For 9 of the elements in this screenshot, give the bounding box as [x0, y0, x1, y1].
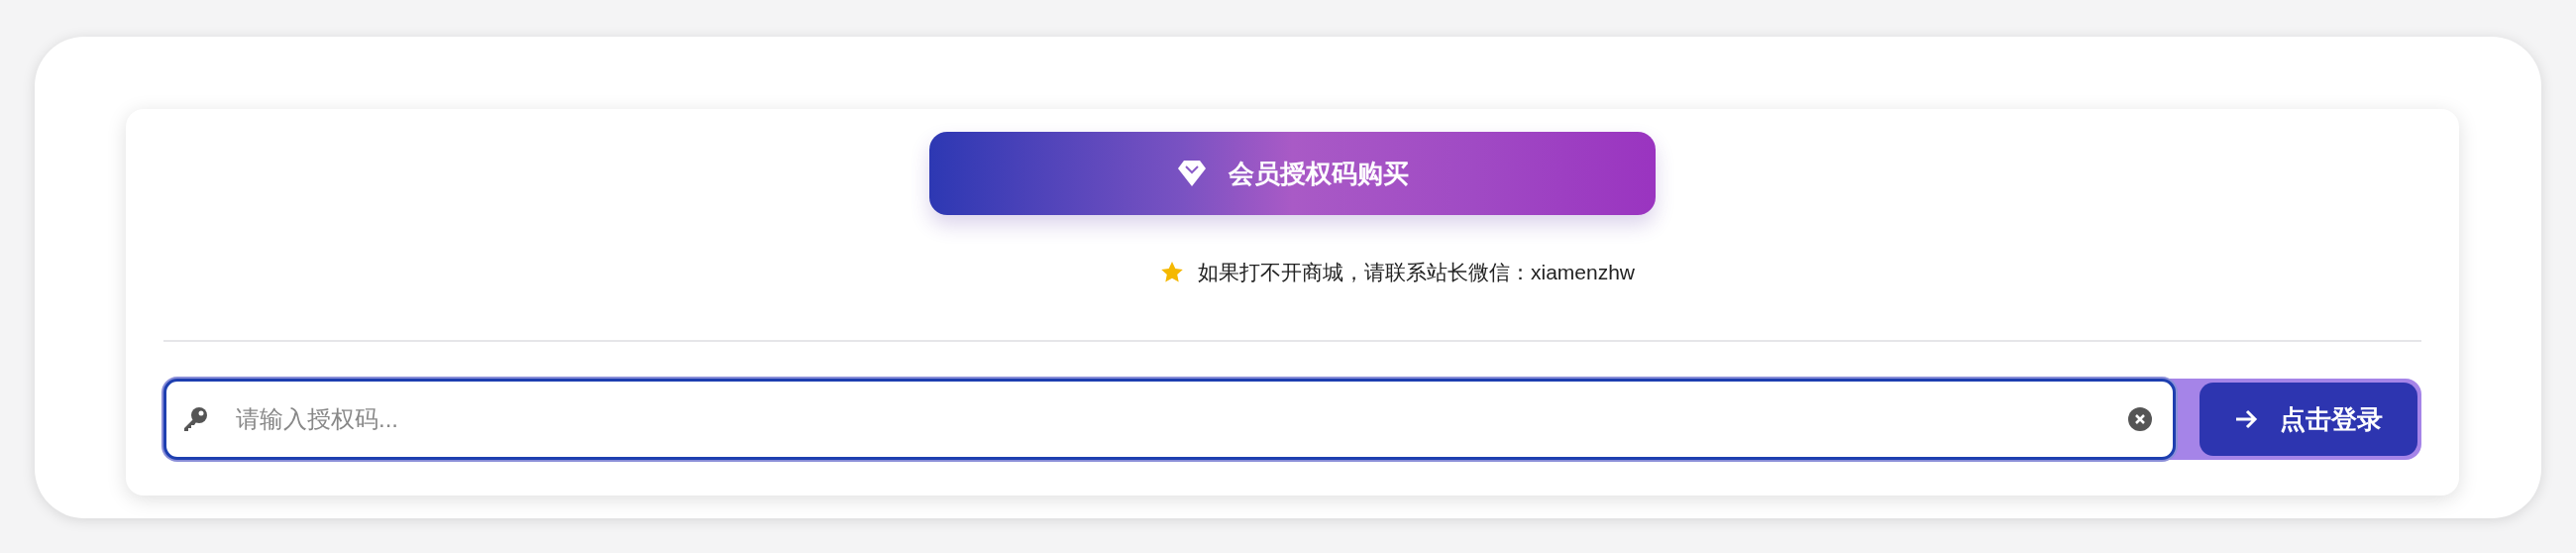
- diamond-icon: [1176, 160, 1207, 187]
- star-icon: [1159, 261, 1184, 284]
- authorization-code-field[interactable]: 请输入授权码...: [163, 379, 2176, 460]
- key-icon: [182, 406, 208, 432]
- notice-text: 如果打不开商城，请联系站长微信：xiamenzhw: [1197, 260, 1635, 285]
- login-button[interactable]: 点击登录: [2200, 383, 2417, 456]
- arrow-right-icon: [2234, 408, 2258, 430]
- clear-icon[interactable]: [2127, 406, 2153, 432]
- buy-button[interactable]: 会员授权码购买: [929, 132, 1656, 215]
